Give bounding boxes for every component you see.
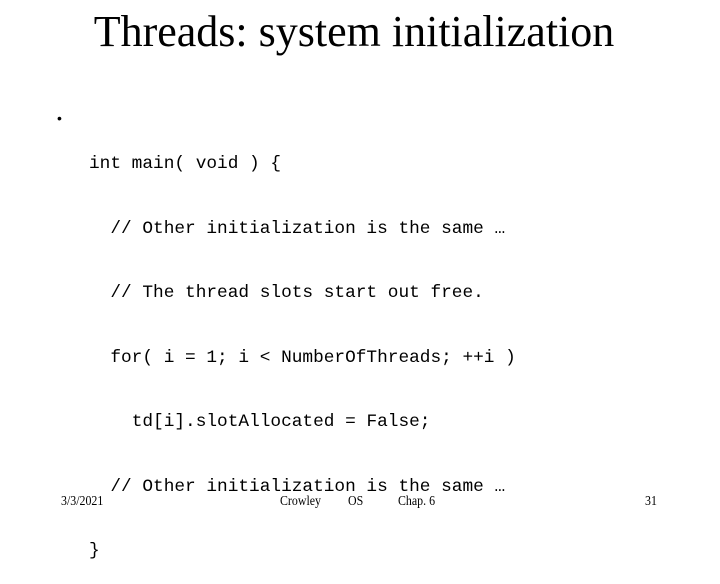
footer-author: Crowley	[280, 494, 321, 509]
code-line-text: // Other initialization is the same …	[110, 218, 506, 239]
footer-course: OS	[348, 494, 364, 509]
code-line: td[i].slotAllocated = False;	[89, 412, 516, 434]
code-line-text: for( i = 1; i < NumberOfThreads; ++i )	[110, 347, 516, 368]
code-line: // Other initialization is the same …	[89, 219, 516, 241]
slide-title: Threads: system initialization	[93, 7, 615, 56]
code-line: // The thread slots start out free.	[89, 283, 516, 305]
code-block: int main( void ) { // Other initializati…	[89, 111, 516, 584]
code-line: int main( void ) {	[89, 154, 516, 176]
code-line-text: td[i].slotAllocated = False;	[131, 412, 431, 432]
code-line-text: }	[89, 541, 100, 561]
code-line-text: // The thread slots start out free.	[110, 283, 484, 303]
footer-chapter: Chap. 6	[398, 494, 436, 509]
footer-page-number: 31	[645, 494, 657, 509]
code-line: for( i = 1; i < NumberOfThreads; ++i )	[89, 347, 516, 370]
code-line-text: int main( void ) {	[89, 154, 282, 174]
bullet-icon: •	[57, 110, 62, 126]
code-line: }	[89, 541, 516, 563]
footer-date: 3/3/2021	[61, 494, 104, 509]
